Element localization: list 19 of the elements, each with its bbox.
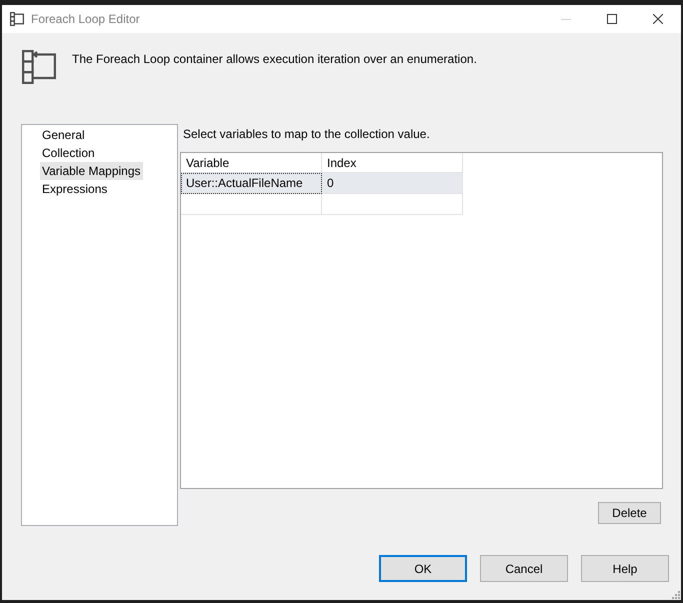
delete-button[interactable]: Delete xyxy=(598,502,661,524)
instruction-text: Select variables to map to the collection value. xyxy=(183,126,430,142)
nav-item[interactable]: Variable Mappings xyxy=(40,162,143,180)
table-cell[interactable]: User::ActualFileName xyxy=(181,173,322,194)
nav-item[interactable]: Collection xyxy=(40,144,97,162)
nav-item[interactable]: Expressions xyxy=(40,180,110,198)
table-row[interactable]: User::ActualFileName 0 xyxy=(181,173,463,194)
new-row-cell[interactable] xyxy=(181,194,322,215)
description-text: The Foreach Loop container allows execution iteration over an enumeration. xyxy=(72,52,477,66)
new-row-cell[interactable] xyxy=(322,194,463,215)
resize-grip-icon[interactable] xyxy=(672,591,680,599)
table-cell[interactable]: 0 xyxy=(322,173,463,194)
dialog-button[interactable]: Cancel xyxy=(480,555,568,582)
window-title: Foreach Loop Editor xyxy=(31,12,140,26)
nav-item[interactable]: General xyxy=(40,126,87,144)
dialog-button[interactable]: Help xyxy=(581,555,669,582)
loop-container-icon xyxy=(10,12,24,26)
loop-container-icon xyxy=(22,50,56,84)
dialog-button[interactable]: OK xyxy=(379,555,467,582)
